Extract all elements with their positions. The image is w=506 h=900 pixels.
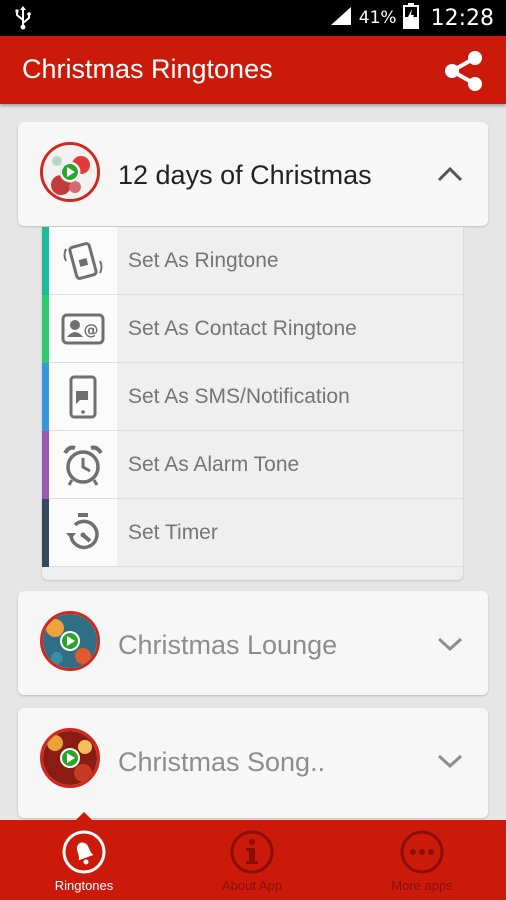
share-button[interactable] — [440, 47, 488, 95]
ringtone-card[interactable]: Christmas Song.. — [18, 708, 488, 818]
option-label: Set As Ringtone — [128, 249, 279, 272]
option-label: Set As Alarm Tone — [128, 453, 300, 476]
set-as-sms-option[interactable]: Set As SMS/Notification — [42, 363, 463, 431]
chevron-down-icon[interactable] — [436, 752, 464, 770]
alarm-clock-icon — [63, 445, 103, 486]
option-color-strip — [42, 227, 49, 295]
option-color-strip — [42, 295, 49, 363]
stopwatch-icon — [66, 513, 99, 550]
nav-label: More apps — [391, 878, 453, 893]
play-thumbnail[interactable] — [40, 611, 100, 671]
svg-text:@: @ — [84, 321, 99, 339]
option-color-strip — [42, 431, 49, 499]
battery-percent: 41% — [358, 8, 397, 28]
set-timer-option[interactable]: Set Timer — [42, 499, 463, 567]
nav-more-apps[interactable]: More apps — [338, 820, 506, 900]
set-as-contact-ringtone-option[interactable]: @ Set As Contact Ringtone — [42, 295, 463, 363]
phone-ringing-icon — [63, 242, 103, 280]
ringtone-options-list: Set As Ringtone @ Set As Contact Rington… — [42, 227, 463, 580]
ringtone-title: 12 days of Christmas — [118, 160, 372, 190]
app-title: Christmas Ringtones — [22, 54, 273, 84]
option-color-strip — [42, 363, 49, 431]
nav-ringtones[interactable]: Ringtones — [0, 812, 168, 900]
bottom-navigation: Ringtones About App More apps — [0, 812, 506, 900]
option-label: Set Timer — [128, 521, 218, 544]
play-thumbnail[interactable] — [40, 728, 100, 788]
status-bar: 41% 12:28 — [0, 0, 506, 36]
chevron-up-icon[interactable] — [436, 165, 464, 183]
clock: 12:28 — [430, 5, 494, 31]
nav-label: Ringtones — [54, 878, 114, 893]
share-icon — [445, 51, 482, 91]
option-color-strip — [42, 499, 49, 567]
set-as-ringtone-option[interactable]: Set As Ringtone — [42, 227, 463, 295]
ringtone-title: Christmas Lounge — [118, 630, 338, 660]
sms-phone-icon — [69, 375, 97, 419]
contact-card-icon: @ — [61, 313, 105, 345]
ringtone-card[interactable]: Christmas Lounge — [18, 591, 488, 695]
set-as-alarm-option[interactable]: Set As Alarm Tone — [42, 431, 463, 499]
more-dots-icon — [400, 830, 444, 874]
ringtone-card-expanded[interactable]: 12 days of Christmas — [18, 122, 488, 226]
signal-icon — [329, 5, 353, 32]
active-indicator — [76, 812, 92, 820]
option-label: Set As Contact Ringtone — [128, 317, 357, 340]
info-icon — [230, 830, 274, 874]
chevron-down-icon[interactable] — [436, 635, 464, 653]
nav-label: About App — [222, 878, 282, 893]
ringtone-title: Christmas Song.. — [118, 747, 326, 777]
option-label: Set As SMS/Notification — [128, 385, 350, 408]
battery-icon — [402, 2, 419, 34]
play-thumbnail[interactable] — [40, 142, 100, 202]
nav-about-app[interactable]: About App — [168, 820, 336, 900]
usb-icon — [14, 6, 32, 35]
app-bar: Christmas Ringtones — [0, 36, 506, 104]
bell-icon — [62, 830, 106, 874]
